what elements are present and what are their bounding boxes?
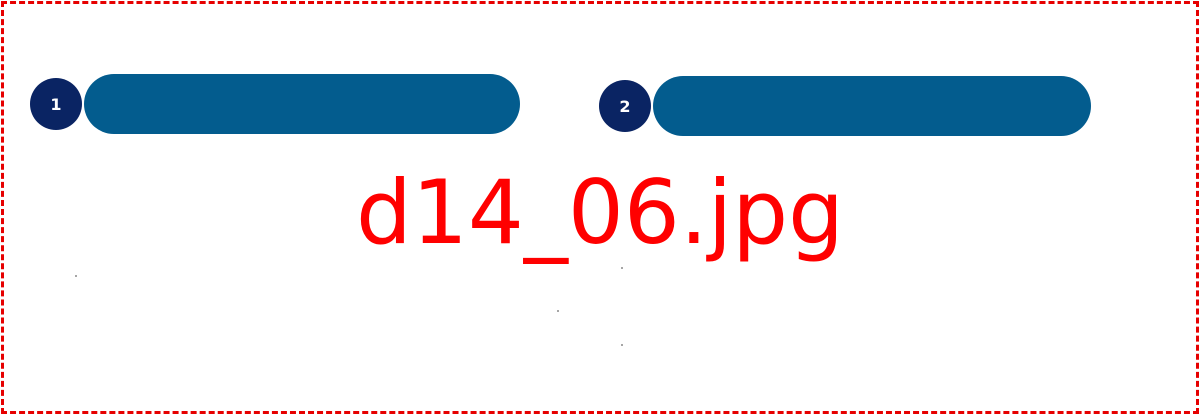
speck-dot xyxy=(621,267,623,269)
step-bar xyxy=(84,74,520,134)
step-2: 2 xyxy=(599,76,1091,136)
step-1: 1 xyxy=(30,74,520,134)
speck-dot xyxy=(557,310,559,312)
speck-dot xyxy=(621,344,623,346)
speck-dot xyxy=(75,275,77,277)
placeholder-filename: d14_06.jpg xyxy=(356,161,844,264)
step-bar xyxy=(653,76,1091,136)
step-number-badge: 2 xyxy=(599,80,651,132)
step-number-badge: 1 xyxy=(30,78,82,130)
